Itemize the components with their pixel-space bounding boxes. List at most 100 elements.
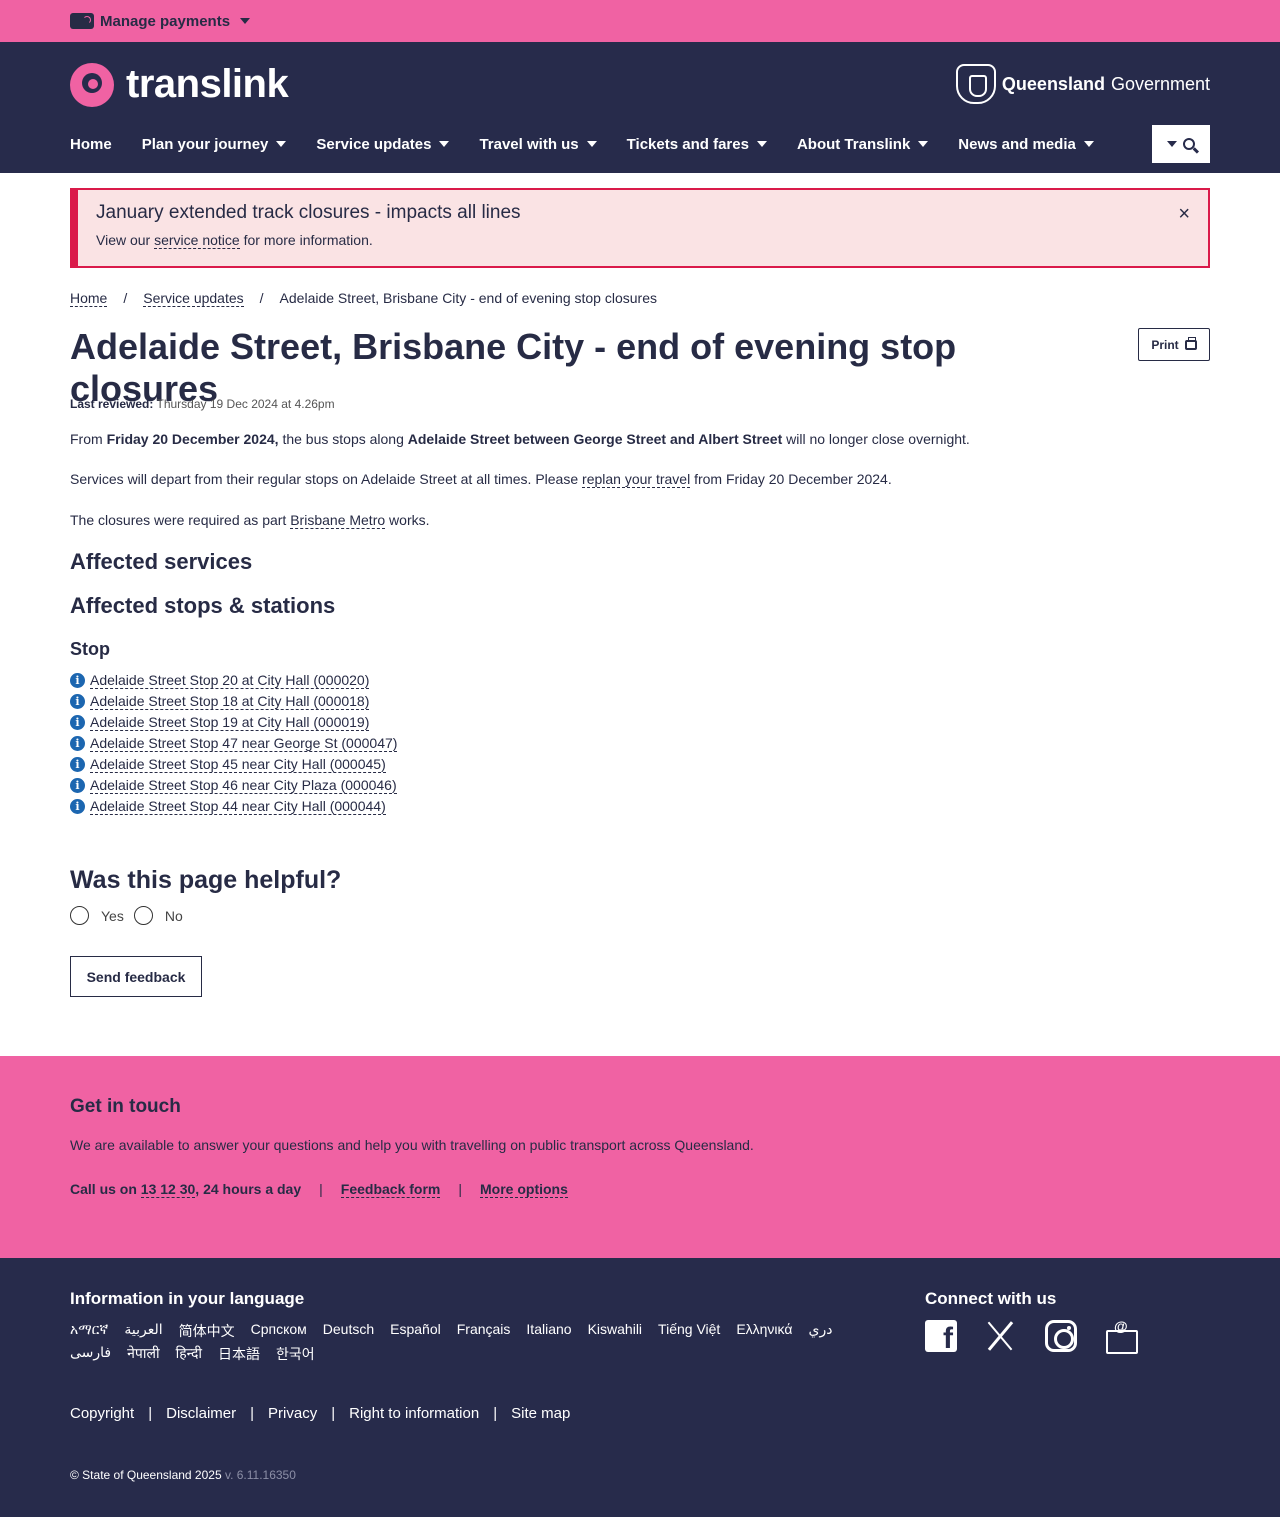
- list-item: i Adelaide Street Stop 18 at City Hall (0…: [70, 691, 397, 712]
- nav-label: Service updates: [316, 135, 432, 153]
- top-bar: Manage payments: [0, 0, 1280, 42]
- alert-title: January extended track closures - impact…: [96, 202, 521, 223]
- alert-text: View our service notice for more informa…: [96, 232, 1208, 249]
- get-in-touch-text: We are available to answer your question…: [70, 1137, 754, 1153]
- replan-your-travel-link[interactable]: replan your travel: [582, 471, 691, 488]
- breadcrumb-home[interactable]: Home: [70, 290, 108, 307]
- get-in-touch-heading: Get in touch: [70, 1096, 181, 1117]
- print-button[interactable]: Print: [1138, 328, 1210, 361]
- translink-logo[interactable]: translink: [70, 62, 289, 107]
- copyright: © State of Queensland 2025: [70, 1468, 222, 1482]
- x-icon[interactable]: [985, 1320, 1017, 1352]
- copyright-text: © State of Queensland 2025 v. 6.11.16350: [70, 1468, 296, 1482]
- separator: |: [319, 1181, 323, 1197]
- copyright-link[interactable]: Copyright: [70, 1405, 134, 1422]
- facebook-icon[interactable]: [925, 1320, 957, 1356]
- connect-heading: Connect with us: [925, 1289, 1057, 1308]
- language-link[interactable]: 日本語: [218, 1344, 260, 1364]
- site-map-link[interactable]: Site map: [511, 1405, 570, 1422]
- language-link[interactable]: فارسی: [70, 1344, 111, 1364]
- language-link[interactable]: Français: [457, 1321, 511, 1341]
- nav-travel-with-us[interactable]: Travel with us: [479, 133, 597, 155]
- language-link[interactable]: नेपाली: [127, 1344, 159, 1364]
- nav-about-translink[interactable]: About Translink: [796, 133, 929, 155]
- nav-plan-your-journey[interactable]: Plan your journey: [142, 133, 287, 155]
- stop-link[interactable]: Adelaide Street Stop 46 near City Plaza …: [90, 777, 397, 794]
- language-link[interactable]: አማርኛ: [70, 1321, 108, 1341]
- close-icon[interactable]: ×: [1178, 204, 1190, 224]
- send-feedback-button[interactable]: Send feedback: [70, 956, 202, 997]
- language-link[interactable]: Español: [390, 1321, 441, 1341]
- language-link[interactable]: 한국어: [276, 1344, 315, 1364]
- yes-radio[interactable]: [70, 906, 89, 925]
- instagram-icon[interactable]: [1045, 1320, 1077, 1352]
- translink-logo-icon: [70, 62, 114, 107]
- info-icon[interactable]: i: [70, 757, 85, 772]
- alert-text-after: for more information.: [239, 232, 373, 248]
- call-us: Call us on 13 12 30, 24 hours a day: [70, 1181, 301, 1198]
- queensland-government-logo[interactable]: Queensland Government: [955, 64, 1210, 104]
- language-link[interactable]: Српском: [251, 1321, 307, 1341]
- service-notice-link[interactable]: service notice: [154, 232, 240, 249]
- manage-payments-menu[interactable]: Manage payments: [70, 13, 251, 30]
- info-icon[interactable]: i: [70, 715, 85, 730]
- yes-label: Yes: [101, 907, 124, 924]
- affected-services-heading: Affected services: [70, 549, 253, 574]
- nav-news-and-media[interactable]: News and media: [958, 133, 1094, 155]
- feedback-form-link[interactable]: Feedback form: [340, 1181, 441, 1198]
- breadcrumb-service-updates[interactable]: Service updates: [143, 290, 244, 307]
- language-link[interactable]: हिन्दी: [176, 1344, 202, 1364]
- brisbane-metro-link[interactable]: Brisbane Metro: [290, 512, 386, 529]
- info-icon[interactable]: i: [70, 778, 85, 793]
- phone-link[interactable]: 13 12 30: [140, 1181, 196, 1198]
- stop-link[interactable]: Adelaide Street Stop 45 near City Hall (…: [90, 756, 386, 773]
- affected-stops-heading: Affected stops & stations: [70, 593, 336, 618]
- language-link[interactable]: Tiếng Việt: [658, 1321, 720, 1341]
- language-link[interactable]: Kiswahili: [588, 1321, 642, 1341]
- info-icon[interactable]: i: [70, 694, 85, 709]
- more-options-link[interactable]: More options: [480, 1181, 568, 1198]
- text: will no longer close overnight.: [782, 431, 970, 447]
- language-link[interactable]: 简体中文: [179, 1321, 235, 1341]
- nav-tickets-and-fares[interactable]: Tickets and fares: [627, 133, 767, 155]
- chevron-down-icon: [918, 141, 929, 147]
- nav-service-updates[interactable]: Service updates: [316, 133, 450, 155]
- no-radio[interactable]: [133, 906, 153, 925]
- stop-link[interactable]: Adelaide Street Stop 18 at City Hall (00…: [90, 693, 370, 710]
- list-item: i Adelaide Street Stop 19 at City Hall (0…: [70, 712, 397, 733]
- nav-label: About Translink: [796, 135, 911, 153]
- printer-icon: [1184, 336, 1197, 350]
- breadcrumb-separator: /: [259, 290, 264, 306]
- card-icon: [70, 13, 94, 29]
- nav-home[interactable]: Home: [70, 133, 112, 155]
- reviewed-value: Thursday 19 Dec 2024 at 4.26pm: [153, 397, 335, 411]
- stop-link[interactable]: Adelaide Street Stop 19 at City Hall (00…: [90, 714, 370, 731]
- nav-label: Tickets and fares: [626, 135, 749, 153]
- crest-icon: [955, 64, 996, 104]
- language-link[interactable]: Ελληνικά: [736, 1321, 792, 1341]
- chevron-down-icon: [586, 141, 597, 147]
- language-link[interactable]: دري: [808, 1321, 832, 1341]
- stop-link[interactable]: Adelaide Street Stop 44 near City Hall (…: [90, 798, 386, 815]
- search-button[interactable]: [1152, 125, 1210, 163]
- stop-link[interactable]: Adelaide Street Stop 20 at City Hall (00…: [90, 672, 370, 689]
- language-link[interactable]: العربية: [124, 1321, 162, 1341]
- call-suffix: , 24 hours a day: [195, 1181, 302, 1197]
- breadcrumb-current: Adelaide Street, Brisbane City - end of …: [279, 290, 657, 306]
- info-icon[interactable]: i: [70, 799, 85, 814]
- email-icon[interactable]: [1105, 1318, 1138, 1354]
- print-label: Print: [1151, 337, 1179, 352]
- language-link[interactable]: Italiano: [526, 1321, 571, 1341]
- breadcrumb-separator: /: [123, 290, 128, 306]
- chevron-down-icon: [756, 141, 767, 147]
- disclaimer-link[interactable]: Disclaimer: [166, 1405, 236, 1422]
- get-in-touch-section: Get in touch We are available to answer …: [0, 1056, 1280, 1258]
- right-to-information-link[interactable]: Right to information: [349, 1405, 479, 1422]
- gov-normal: Government: [1110, 73, 1210, 94]
- info-icon[interactable]: i: [70, 673, 85, 688]
- stop-link[interactable]: Adelaide Street Stop 47 near George St (…: [90, 735, 398, 752]
- language-link[interactable]: Deutsch: [323, 1321, 374, 1341]
- info-icon[interactable]: i: [70, 736, 85, 751]
- privacy-link[interactable]: Privacy: [268, 1405, 317, 1422]
- logo-text: translink: [126, 62, 289, 106]
